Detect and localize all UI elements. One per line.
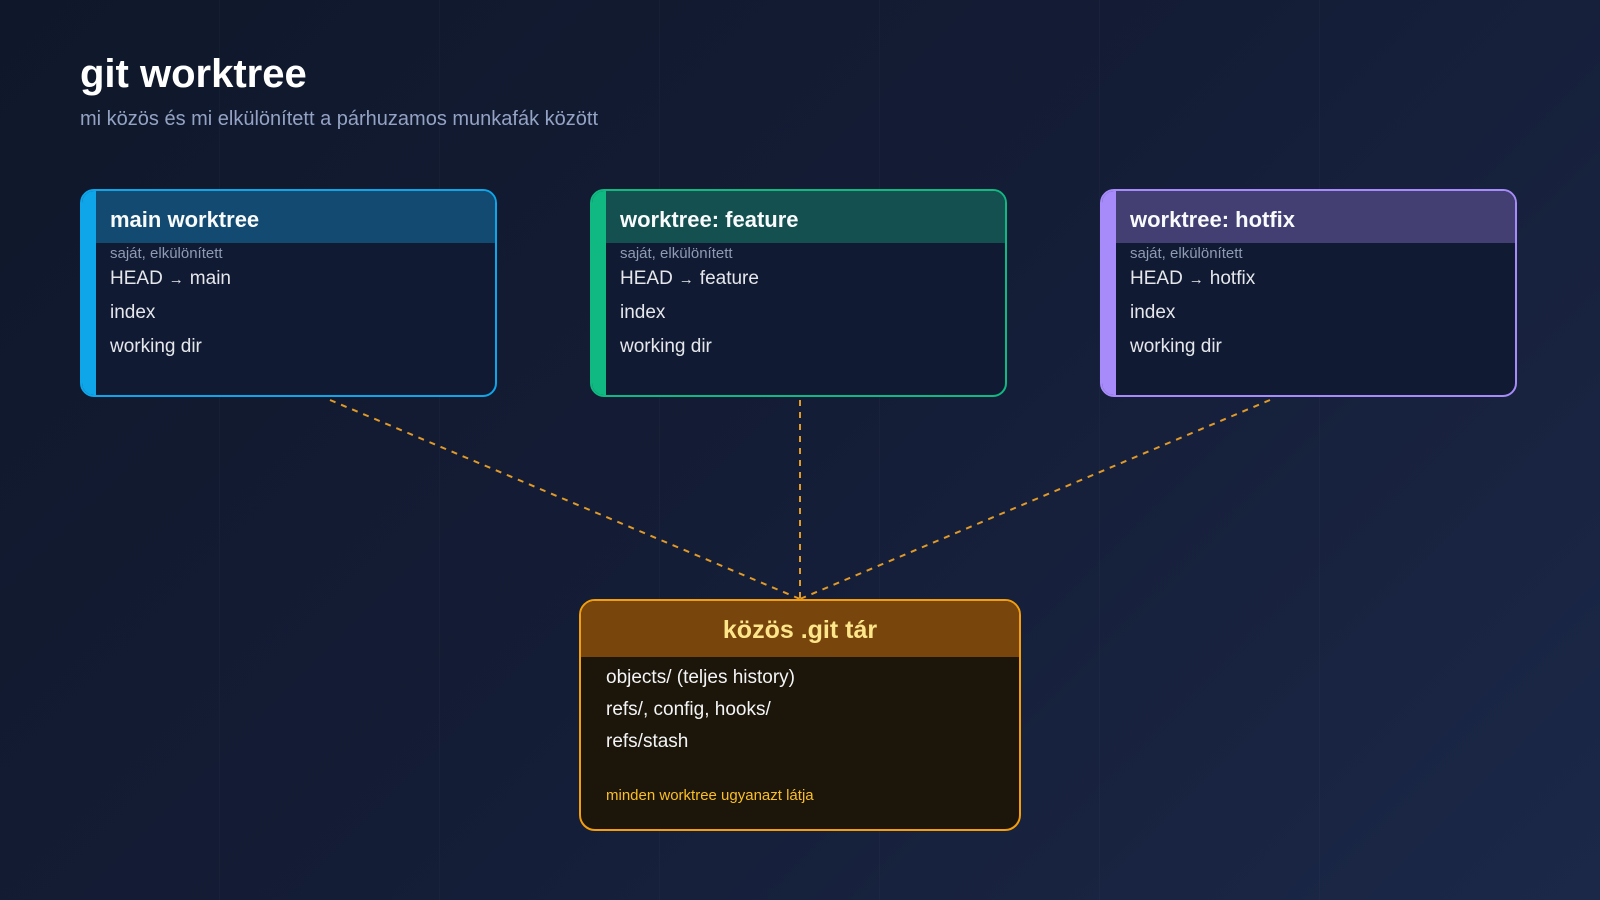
head-row: HEAD → feature bbox=[620, 268, 759, 290]
card-caption: saját, elkülönített bbox=[620, 245, 733, 262]
head-label: HEAD bbox=[1130, 268, 1183, 289]
worktree-card-main: main worktree saját, elkülönített HEAD → m… bbox=[80, 189, 497, 397]
shared-repo-card: közös .git tár objects/ (teljes history)… bbox=[579, 599, 1021, 831]
card-accent-stripe bbox=[1102, 191, 1116, 395]
head-row: HEAD → main bbox=[110, 268, 231, 290]
card-title: main worktree bbox=[110, 207, 260, 232]
repo-item-stash: refs/stash bbox=[606, 731, 689, 752]
card-caption: saját, elkülönített bbox=[110, 245, 223, 262]
branch-name: main bbox=[189, 268, 231, 289]
connector-hotfix-to-repo bbox=[799, 399, 1271, 600]
right-arrow-icon: → bbox=[168, 271, 184, 288]
repo-item-refs-config-hooks: refs/, config, hooks/ bbox=[606, 699, 771, 720]
working-dir-row: working dir bbox=[1130, 336, 1222, 357]
head-row: HEAD → hotfix bbox=[1130, 268, 1255, 290]
working-dir-row: working dir bbox=[620, 336, 712, 357]
worktree-card-hotfix: worktree: hotfix saját, elkülönített HEA… bbox=[1100, 189, 1517, 397]
branch-name: feature bbox=[699, 268, 759, 289]
right-arrow-icon: → bbox=[678, 271, 694, 288]
repo-item-objects: objects/ (teljes history) bbox=[606, 667, 796, 688]
repo-note: minden worktree ugyanazt látja bbox=[606, 787, 814, 804]
card-accent-stripe bbox=[592, 191, 606, 395]
connector-main-to-repo bbox=[329, 399, 801, 600]
card-caption: saját, elkülönített bbox=[1130, 245, 1243, 262]
branch-name: hotfix bbox=[1209, 268, 1256, 289]
working-dir-row: working dir bbox=[110, 336, 202, 357]
repo-title: közös .git tár bbox=[722, 616, 878, 644]
right-arrow-icon: → bbox=[1188, 271, 1204, 288]
card-accent-stripe bbox=[82, 191, 96, 395]
index-row: index bbox=[620, 302, 666, 323]
head-label: HEAD bbox=[110, 268, 163, 289]
card-title: worktree: hotfix bbox=[1130, 207, 1296, 232]
index-row: index bbox=[1130, 302, 1176, 323]
head-label: HEAD bbox=[620, 268, 673, 289]
worktree-card-feature: worktree: feature saját, elkülönített HE… bbox=[590, 189, 1007, 397]
index-row: index bbox=[110, 302, 156, 323]
card-title: worktree: feature bbox=[620, 207, 799, 232]
